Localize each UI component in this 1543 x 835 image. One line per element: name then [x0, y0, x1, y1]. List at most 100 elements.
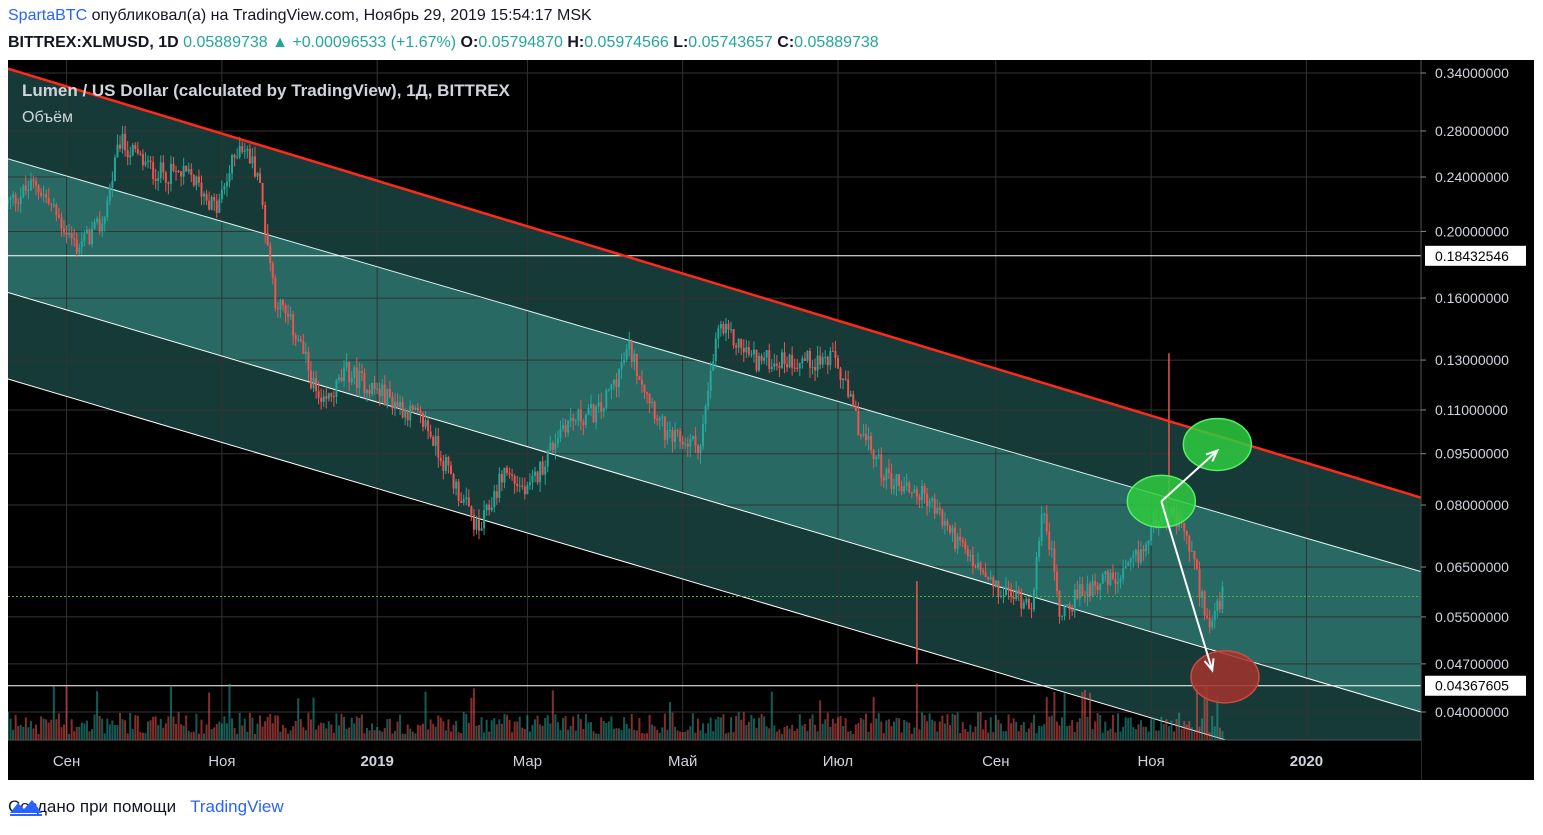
candle-body: [393, 401, 396, 409]
candle-body: [971, 554, 974, 567]
volume-bar: [1119, 731, 1122, 740]
high-value: 0.05974566: [584, 34, 669, 51]
volume-bar: [91, 729, 94, 740]
author-link[interactable]: SpartaBTC: [8, 7, 87, 24]
volume-bar: [1175, 719, 1178, 740]
candle-body: [124, 133, 127, 151]
volume-bar: [101, 718, 104, 740]
volume-bar: [523, 729, 526, 740]
candle-body: [714, 338, 717, 362]
volume-bar: [167, 716, 170, 740]
volume-bar: [612, 728, 615, 740]
volume-bar: [1030, 722, 1033, 740]
volume-bar: [172, 716, 175, 740]
candle-body: [651, 401, 654, 404]
price-chart[interactable]: Lumen / US Dollar (calculated by Trading…: [8, 60, 1534, 780]
volume-bar: [854, 724, 857, 740]
candle-body: [709, 370, 712, 391]
candle-body: [1025, 599, 1028, 603]
candle-body: [786, 364, 789, 368]
chart-area[interactable]: Lumen / US Dollar (calculated by Trading…: [8, 60, 1534, 780]
candle-body: [220, 189, 223, 200]
candle-body: [954, 527, 957, 549]
volume-bar: [121, 719, 124, 740]
candle-body: [1050, 548, 1053, 550]
volume-bar: [42, 718, 45, 740]
volume-bar: [432, 723, 435, 740]
candle-body: [847, 379, 850, 397]
volume-bar: [635, 730, 638, 740]
candle-body: [1145, 544, 1148, 552]
candle-body: [42, 194, 45, 196]
volume-bar: [694, 732, 697, 740]
volume-bar: [750, 715, 753, 740]
volume-bar: [483, 732, 486, 740]
candle-body: [635, 353, 638, 377]
candle-body: [1030, 608, 1033, 610]
volume-bar: [414, 733, 417, 740]
volume-bar: [712, 731, 715, 740]
tradingview-link[interactable]: TradingView: [190, 797, 284, 817]
candle-body: [409, 405, 412, 421]
candle-body: [442, 461, 445, 471]
candle-body: [852, 394, 855, 407]
candle-body: [1094, 581, 1097, 586]
volume-bar: [956, 712, 959, 740]
candle-body: [773, 363, 776, 367]
candle-body: [1096, 585, 1099, 591]
volume-bar: [1058, 725, 1061, 740]
candle-body: [892, 485, 895, 489]
candle-body: [427, 420, 430, 432]
candle-body: [778, 365, 781, 368]
volume-bar: [913, 727, 916, 740]
candle-body: [910, 492, 913, 494]
volume-bar: [416, 724, 419, 740]
y-tick-label: 0.09500000: [1435, 446, 1509, 462]
volume-bar: [103, 733, 106, 740]
volume-bar: [134, 715, 137, 740]
candle-body: [231, 154, 234, 174]
volume-bar: [373, 730, 376, 740]
candle-body: [646, 392, 649, 394]
volume-bar: [587, 722, 590, 740]
volume-bar: [220, 723, 223, 740]
candle-body: [1216, 600, 1219, 612]
volume-bar: [452, 724, 455, 740]
candle-body: [103, 217, 106, 224]
volume-bar: [1078, 718, 1081, 740]
volume-bar: [895, 717, 898, 740]
candle-body: [1055, 571, 1058, 591]
candle-body: [915, 489, 918, 497]
candle-body: [630, 341, 633, 362]
volume-bar: [1053, 691, 1056, 740]
candle-body: [1150, 524, 1153, 541]
candle-body: [824, 356, 827, 358]
volume-bar: [763, 716, 766, 740]
candle-body: [732, 329, 735, 346]
candle-body: [574, 420, 577, 422]
volume-bar: [1208, 732, 1211, 740]
volume-bar: [421, 723, 424, 740]
volume-bar: [35, 724, 38, 740]
volume-bar: [653, 726, 656, 740]
volume-bar: [488, 731, 491, 740]
candle-body: [228, 173, 231, 182]
volume-bar: [984, 720, 987, 740]
candle-body: [317, 391, 320, 398]
candle-body: [704, 406, 707, 424]
candle-body: [1038, 540, 1041, 557]
candle-body: [131, 145, 134, 156]
candle-body: [472, 514, 475, 530]
volume-bar: [312, 697, 315, 740]
volume-bar: [93, 714, 96, 740]
volume-bar: [737, 712, 740, 740]
volume-bar: [625, 723, 628, 740]
volume-bar: [949, 725, 951, 740]
volume-bar: [717, 716, 720, 740]
volume-bar: [638, 717, 641, 740]
volume-bar: [821, 723, 824, 740]
candle-body: [658, 417, 661, 421]
candle-body: [449, 465, 452, 475]
volume-bar: [526, 715, 529, 740]
volume-bar: [126, 733, 129, 740]
